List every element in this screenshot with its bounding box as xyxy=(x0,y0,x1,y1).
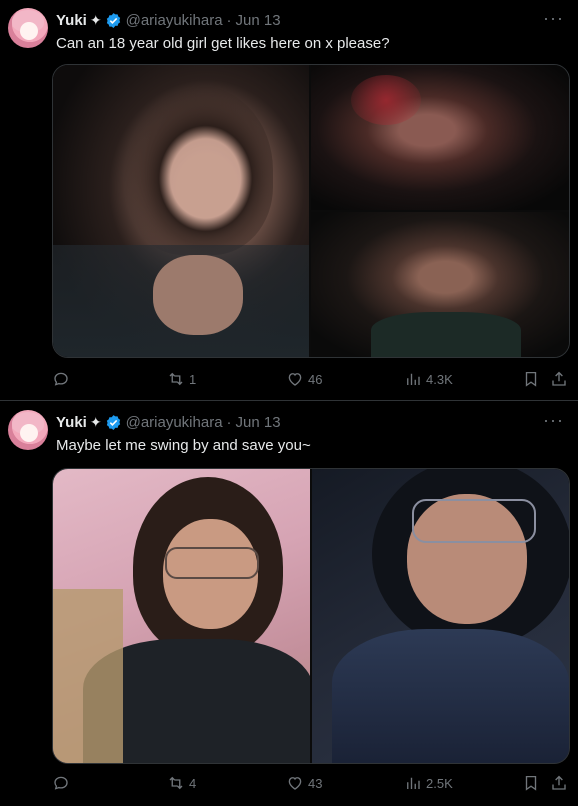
share-icon xyxy=(552,775,566,790)
photo-glasses xyxy=(412,499,536,543)
bookmark-icon xyxy=(525,371,537,387)
share-icon xyxy=(552,371,566,386)
verified-badge-icon xyxy=(106,414,120,430)
retweet-icon xyxy=(169,372,183,386)
sparkle-icon: ✦ xyxy=(89,413,102,430)
retweet-count: 1 xyxy=(189,371,197,387)
photo-top xyxy=(371,312,521,357)
like-icon xyxy=(288,373,302,386)
photo[interactable] xyxy=(312,469,569,763)
tweet-header: Yuki ✦ @ariayukihara · Jun 13 xyxy=(56,10,281,30)
media-grid xyxy=(52,64,570,358)
photo-pillow xyxy=(53,589,123,763)
reply-button[interactable] xyxy=(52,772,74,794)
avatar-face xyxy=(20,424,38,442)
like-button[interactable]: 46 xyxy=(286,368,322,390)
photo[interactable] xyxy=(53,65,309,357)
media-grid xyxy=(52,468,570,764)
views-count: 2.5K xyxy=(426,775,453,791)
avatar-face xyxy=(20,22,38,40)
more-icon[interactable]: ··· xyxy=(543,410,564,431)
like-count: 46 xyxy=(308,371,323,387)
views-count: 4.3K xyxy=(426,371,453,387)
verified-badge-icon xyxy=(106,12,120,28)
retweet-count: 4 xyxy=(189,775,197,791)
more-icon[interactable]: ··· xyxy=(543,8,564,29)
like-icon xyxy=(288,777,302,790)
reply-icon xyxy=(54,372,68,386)
avatar[interactable] xyxy=(8,410,48,450)
photo-suit xyxy=(332,629,569,763)
timestamp[interactable]: Jun 13 xyxy=(236,414,281,431)
avatar[interactable] xyxy=(8,8,48,48)
photo-hand xyxy=(153,255,243,335)
views-icon xyxy=(407,373,420,385)
action-bar: 4 43 2.5K xyxy=(52,772,572,794)
bookmark-button[interactable] xyxy=(522,368,540,390)
photo[interactable] xyxy=(311,65,569,210)
retweet-icon xyxy=(169,776,183,790)
views-icon xyxy=(407,777,420,789)
views-button[interactable]: 2.5K xyxy=(404,772,453,794)
tweet-text: Maybe let me swing by and save you~ xyxy=(56,437,311,454)
photo-red-light xyxy=(351,75,421,125)
timestamp[interactable]: Jun 13 xyxy=(236,12,281,29)
like-button[interactable]: 43 xyxy=(286,772,322,794)
retweet-button[interactable]: 1 xyxy=(167,368,196,390)
reply-icon xyxy=(54,776,68,790)
like-count: 43 xyxy=(308,775,323,791)
sparkle-icon: ✦ xyxy=(89,11,102,28)
photo-glasses xyxy=(165,547,259,579)
display-name[interactable]: Yuki xyxy=(56,12,87,29)
retweet-button[interactable]: 4 xyxy=(167,772,196,794)
separator: · xyxy=(226,11,232,29)
separator: · xyxy=(226,413,232,431)
views-button[interactable]: 4.3K xyxy=(404,368,453,390)
tweet-divider xyxy=(0,400,578,401)
handle[interactable]: @ariayukihara xyxy=(126,12,223,29)
photo[interactable] xyxy=(311,212,569,357)
tweet[interactable]: Yuki ✦ @ariayukihara · Jun 13 ··· Maybe … xyxy=(0,402,578,806)
bookmark-icon xyxy=(525,775,537,791)
tweet[interactable]: Yuki ✦ @ariayukihara · Jun 13 ··· Can an… xyxy=(0,0,578,400)
reply-button[interactable] xyxy=(52,368,74,390)
tweet-header: Yuki ✦ @ariayukihara · Jun 13 xyxy=(56,412,281,432)
action-bar: 1 46 4.3K xyxy=(52,368,572,390)
handle[interactable]: @ariayukihara xyxy=(126,414,223,431)
bookmark-button[interactable] xyxy=(522,772,540,794)
share-button[interactable] xyxy=(550,772,568,794)
tweet-text: Can an 18 year old girl get likes here o… xyxy=(56,35,390,52)
photo[interactable] xyxy=(53,469,310,763)
share-button[interactable] xyxy=(550,368,568,390)
photo-hair xyxy=(123,85,273,255)
display-name[interactable]: Yuki xyxy=(56,414,87,431)
